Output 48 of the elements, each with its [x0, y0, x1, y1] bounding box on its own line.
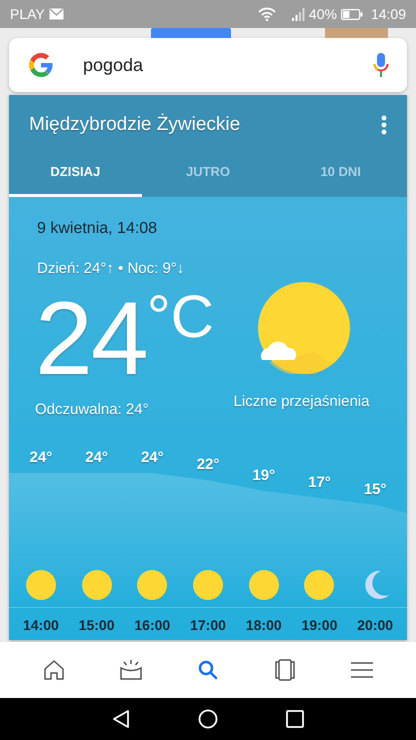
tray-icon[interactable]	[119, 658, 144, 682]
hourly-temp: 24°	[140, 448, 164, 468]
condition-text: Liczne przejaśnienia	[234, 392, 370, 412]
hour-label: 16:00	[133, 616, 172, 635]
search-field[interactable]: pogoda	[83, 52, 333, 78]
feels-like-text: Odczuwalna: 24°	[35, 400, 150, 420]
more-options-icon[interactable]	[381, 115, 387, 135]
hourly-temp: 24°	[85, 448, 108, 468]
hourly-temp: 24°	[30, 448, 52, 468]
microphone-icon[interactable]	[373, 52, 389, 78]
tab[interactable]: 10 DNI	[274, 150, 407, 197]
sun-icon	[248, 569, 280, 601]
hour-label: 15:00	[78, 616, 116, 635]
hour-label: 14:00	[22, 616, 60, 635]
clock-time: 14:09	[370, 4, 406, 24]
home-icon[interactable]	[42, 658, 66, 682]
back-icon[interactable]	[112, 709, 130, 729]
mail-icon	[48, 8, 64, 20]
tab[interactable]: DZISIAJ	[9, 150, 142, 197]
sun-icon	[136, 569, 168, 601]
home-button-icon[interactable]	[198, 709, 218, 729]
hour-label: 17:00	[189, 616, 227, 635]
hourly-temp: 17°	[308, 473, 331, 494]
cards-icon[interactable]	[272, 658, 297, 682]
temperature-unit: °C	[146, 286, 214, 346]
sun-icon	[303, 569, 336, 601]
overview-icon[interactable]	[286, 710, 304, 728]
wifi-icon	[258, 7, 276, 21]
hour-label: 19:00	[300, 616, 338, 635]
signal-icon	[292, 8, 305, 20]
sun-icon	[80, 569, 113, 601]
hourly-temp: 15°	[364, 480, 387, 500]
date-text: 9 kwietnia, 14:08	[36, 219, 158, 239]
search-bar[interactable]: pogoda	[9, 38, 407, 92]
hourly-temp: 22°	[196, 455, 220, 476]
carrier-name: PLAY	[10, 4, 45, 24]
battery-percent: 40%	[308, 4, 337, 24]
battery-icon	[340, 8, 363, 20]
location-title: Międzybrodzie Żywieckie	[29, 112, 240, 137]
day-night-temps: Dzień: 24°↑ • Noc: 9°↓	[36, 259, 186, 279]
hour-label: 18:00	[244, 616, 283, 635]
tab[interactable]: JUTRO	[142, 150, 274, 197]
temperature-value: 24	[35, 286, 147, 390]
sun-icon	[24, 569, 57, 601]
hourly-temp: 19°	[252, 466, 276, 486]
sun-icon	[192, 569, 224, 601]
google-logo-icon	[27, 51, 55, 79]
hour-label: 20:00	[356, 616, 394, 635]
